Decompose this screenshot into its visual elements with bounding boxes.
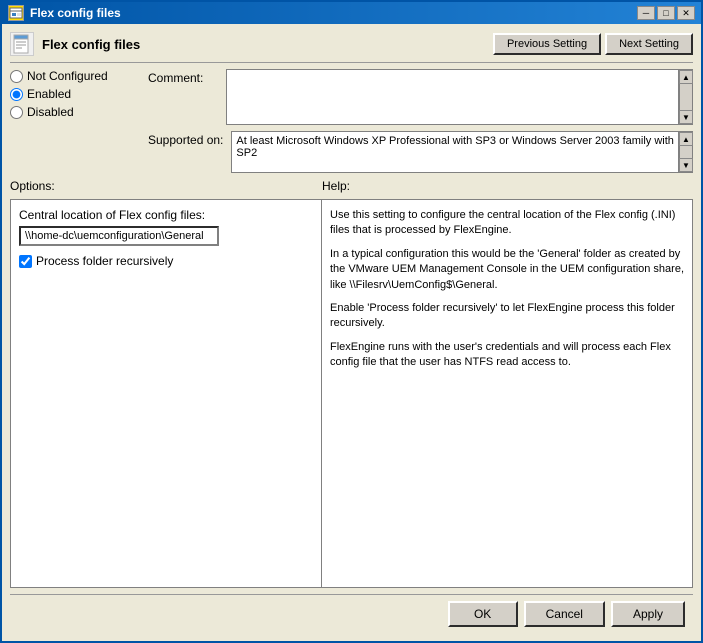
radio-panel: Not Configured Enabled Disabled bbox=[10, 69, 140, 173]
process-folder-checkbox[interactable] bbox=[19, 255, 32, 268]
options-help-header: Options: Help: bbox=[10, 179, 693, 193]
bottom-bar: OK Cancel Apply bbox=[10, 594, 693, 633]
main-window: Flex config files ─ □ ✕ Fl bbox=[0, 0, 703, 643]
flex-path-input[interactable] bbox=[19, 226, 219, 246]
next-setting-button[interactable]: Next Setting bbox=[605, 33, 693, 55]
close-button[interactable]: ✕ bbox=[677, 6, 695, 20]
maximize-button[interactable]: □ bbox=[657, 6, 675, 20]
supported-scroll-down[interactable]: ▼ bbox=[679, 158, 693, 172]
comment-row: Comment: ▲ ▼ bbox=[148, 69, 693, 125]
supported-box: At least Microsoft Windows XP Profession… bbox=[231, 131, 679, 173]
comment-label: Comment: bbox=[148, 69, 218, 85]
help-panel: Use this setting to configure the centra… bbox=[322, 199, 693, 588]
disabled-radio[interactable] bbox=[10, 106, 23, 119]
help-label: Help: bbox=[322, 179, 693, 193]
apply-button[interactable]: Apply bbox=[611, 601, 685, 627]
radio-not-configured[interactable]: Not Configured bbox=[10, 69, 140, 83]
comment-textarea-wrapper: ▲ ▼ bbox=[226, 69, 693, 125]
page-icon bbox=[10, 32, 34, 56]
flex-path-label: Central location of Flex config files: bbox=[19, 208, 313, 222]
minimize-button[interactable]: ─ bbox=[637, 6, 655, 20]
header-left: Flex config files bbox=[10, 32, 140, 56]
content-area: Flex config files Previous Setting Next … bbox=[2, 24, 701, 641]
window-title: Flex config files bbox=[30, 6, 121, 20]
options-panel: Central location of Flex config files: P… bbox=[10, 199, 322, 588]
not-configured-label: Not Configured bbox=[27, 69, 108, 83]
supported-label: Supported on: bbox=[148, 131, 223, 147]
flex-path-section: Central location of Flex config files: bbox=[19, 208, 313, 246]
title-bar-controls: ─ □ ✕ bbox=[637, 6, 695, 20]
options-label: Options: bbox=[10, 179, 322, 193]
process-folder-row[interactable]: Process folder recursively bbox=[19, 254, 313, 268]
radio-disabled[interactable]: Disabled bbox=[10, 105, 140, 119]
comment-textarea[interactable] bbox=[226, 69, 679, 125]
help-para-1: Use this setting to configure the centra… bbox=[330, 208, 684, 239]
cancel-button[interactable]: Cancel bbox=[524, 601, 605, 627]
help-para-4: FlexEngine runs with the user's credenti… bbox=[330, 340, 684, 371]
header-section: Flex config files Previous Setting Next … bbox=[10, 32, 693, 63]
supported-box-wrapper: At least Microsoft Windows XP Profession… bbox=[231, 131, 693, 173]
options-panel-inner: Central location of Flex config files: P… bbox=[19, 208, 313, 268]
radio-enabled[interactable]: Enabled bbox=[10, 87, 140, 101]
previous-setting-button[interactable]: Previous Setting bbox=[493, 33, 601, 55]
supported-scroll-up[interactable]: ▲ bbox=[679, 132, 693, 146]
process-folder-label: Process folder recursively bbox=[36, 254, 173, 268]
header-buttons: Previous Setting Next Setting bbox=[493, 33, 693, 55]
comment-scroll-up[interactable]: ▲ bbox=[679, 70, 693, 84]
not-configured-radio[interactable] bbox=[10, 70, 23, 83]
supported-row: Supported on: At least Microsoft Windows… bbox=[148, 131, 693, 173]
help-para-3: Enable 'Process folder recursively' to l… bbox=[330, 301, 684, 332]
enabled-label: Enabled bbox=[27, 87, 71, 101]
supported-scrollbar: ▲ ▼ bbox=[679, 131, 693, 173]
comment-scrollbar: ▲ ▼ bbox=[679, 69, 693, 125]
radio-section: Not Configured Enabled Disabled Comment: bbox=[10, 69, 693, 173]
disabled-label: Disabled bbox=[27, 105, 74, 119]
options-help-body: Central location of Flex config files: P… bbox=[10, 199, 693, 588]
enabled-radio[interactable] bbox=[10, 88, 23, 101]
comment-scroll-down[interactable]: ▼ bbox=[679, 110, 693, 124]
help-para-2: In a typical configuration this would be… bbox=[330, 247, 684, 293]
page-title: Flex config files bbox=[42, 37, 140, 52]
right-panel: Comment: ▲ ▼ Supported on: At least bbox=[148, 69, 693, 173]
window-icon bbox=[8, 5, 24, 21]
title-bar: Flex config files ─ □ ✕ bbox=[2, 2, 701, 24]
ok-button[interactable]: OK bbox=[448, 601, 518, 627]
title-bar-left: Flex config files bbox=[8, 5, 121, 21]
